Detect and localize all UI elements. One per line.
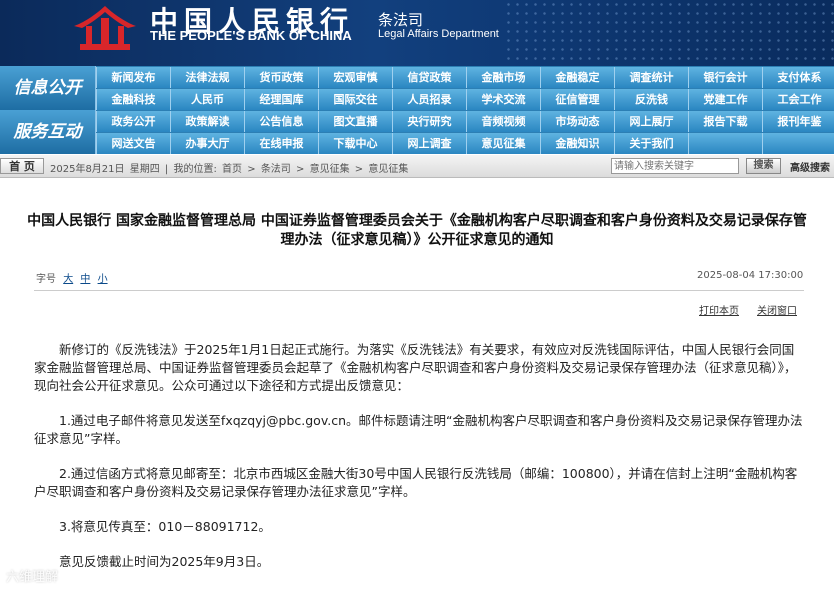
nav-link[interactable]: 新闻发布 — [96, 67, 170, 88]
watermark: 六维理解 — [6, 570, 59, 585]
search-input[interactable] — [611, 158, 739, 174]
nav-link[interactable]: 反洗钱 — [614, 89, 688, 110]
bank-name-en: THE PEOPLE'S BANK OF CHINA — [150, 28, 352, 43]
close-window-link[interactable]: 关闭窗口 — [757, 302, 797, 317]
nav-link[interactable]: 报刊年鉴 — [762, 111, 834, 132]
nav-section-title-service: 服务互动 — [0, 110, 96, 154]
nav-link[interactable]: 国际交往 — [318, 89, 392, 110]
article-paragraph: 2.通过信函方式将意见邮寄至：北京市西城区金融大街30号中国人民银行反洗钱局（邮… — [34, 466, 798, 499]
nav-link[interactable]: 关于我们 — [614, 133, 688, 154]
banner-pattern — [504, 0, 834, 66]
nav-row: 新闻发布 法律法规 货币政策 宏观审慎 信贷政策 金融市场 金融稳定 调查统计 … — [96, 67, 834, 88]
nav-link[interactable]: 报告下载 — [688, 111, 762, 132]
nav-section-info: 信息公开 新闻发布 法律法规 货币政策 宏观审慎 信贷政策 金融市场 金融稳定 … — [0, 66, 834, 110]
nav-section-service: 服务互动 政务公开 政策解读 公告信息 图文直播 央行研究 音频视频 市场动态 … — [0, 110, 834, 154]
nav-row: 政务公开 政策解读 公告信息 图文直播 央行研究 音频视频 市场动态 网上展厅 … — [96, 111, 834, 132]
nav-link[interactable]: 音频视频 — [466, 111, 540, 132]
print-page-link[interactable]: 打印本页 — [699, 302, 739, 317]
nav-link[interactable]: 意见征集 — [466, 133, 540, 154]
nav-link[interactable]: 宏观审慎 — [318, 67, 392, 88]
article-title-line1: 中国人民银行 国家金融监督管理总局 中国证券监督管理委员会关于《金融机构客户尽职… — [27, 213, 807, 229]
breadcrumb-item-current[interactable]: 意见征集 — [368, 164, 408, 175]
nav-link[interactable]: 金融市场 — [466, 67, 540, 88]
breadcrumb-arrow: > — [296, 164, 305, 175]
article-title-line2: 理办法（征求意见稿）》公开征求意见的通知 — [280, 232, 554, 248]
article-paragraph: 新修订的《反洗钱法》于2025年1月1日起正式施行。为落实《反洗钱法》有关要求，… — [34, 342, 797, 393]
search-button[interactable]: 搜索 — [746, 158, 781, 174]
nav-link[interactable]: 工会工作 — [762, 89, 834, 110]
nav-link-empty — [688, 133, 762, 154]
nav-link[interactable]: 政策解读 — [170, 111, 244, 132]
pboc-emblem-icon[interactable] — [72, 4, 138, 54]
nav-link[interactable]: 经理国库 — [244, 89, 318, 110]
nav-link[interactable]: 在线申报 — [244, 133, 318, 154]
nav-link[interactable]: 人民币 — [170, 89, 244, 110]
nav-link[interactable]: 金融知识 — [540, 133, 614, 154]
nav-link[interactable]: 网上展厅 — [614, 111, 688, 132]
nav-link[interactable]: 信贷政策 — [392, 67, 466, 88]
home-button[interactable]: 首 页 — [0, 158, 44, 174]
nav-link[interactable]: 金融稳定 — [540, 67, 614, 88]
breadcrumb-arrow: > — [354, 164, 364, 175]
nav-link[interactable]: 图文直播 — [318, 111, 392, 132]
font-size-medium-link[interactable]: 中 — [80, 274, 90, 285]
article-title: 中国人民银行 国家金融监督管理总局 中国证券监督管理委员会关于《金融机构客户尽职… — [0, 212, 834, 250]
breadcrumb-item-home[interactable]: 首页 — [222, 164, 242, 175]
article-paragraph: 3.将意见传真至：010－88091712。 — [59, 519, 271, 534]
nav-link[interactable]: 公告信息 — [244, 111, 318, 132]
font-size-label: 字号 — [36, 274, 56, 285]
font-size-selector: 字号 大 中 小 — [36, 270, 108, 285]
font-size-large-link[interactable]: 大 — [63, 274, 73, 285]
nav-link[interactable]: 货币政策 — [244, 67, 318, 88]
breadcrumb-item-dept[interactable]: 条法司 — [261, 164, 291, 175]
nav-link[interactable]: 办事大厅 — [170, 133, 244, 154]
department-name-en: Legal Affairs Department — [378, 28, 499, 40]
nav-link[interactable]: 市场动态 — [540, 111, 614, 132]
nav-link[interactable]: 网送文告 — [96, 133, 170, 154]
article-paragraph: 意见反馈截止时间为2025年9月3日。 — [59, 554, 270, 569]
divider — [34, 290, 804, 291]
nav-link[interactable]: 学术交流 — [466, 89, 540, 110]
nav-link[interactable]: 人员招录 — [392, 89, 466, 110]
main-navigation: 信息公开 新闻发布 法律法规 货币政策 宏观审慎 信贷政策 金融市场 金融稳定 … — [0, 66, 834, 154]
breadcrumb: 2025年8月21日 星期四 | 我的位置: 首页 > 条法司 > 意见征集 >… — [50, 160, 410, 175]
publish-datetime: 2025-08-04 17:30:00 — [697, 270, 804, 281]
nav-link[interactable]: 央行研究 — [392, 111, 466, 132]
nav-link-empty — [762, 133, 834, 154]
nav-link[interactable]: 征信管理 — [540, 89, 614, 110]
nav-link[interactable]: 银行会计 — [688, 67, 762, 88]
nav-link[interactable]: 调查统计 — [614, 67, 688, 88]
article-body: 新修订的《反洗钱法》于2025年1月1日起正式施行。为落实《反洗钱法》有关要求，… — [34, 341, 804, 588]
nav-link[interactable]: 网上调查 — [392, 133, 466, 154]
nav-row: 网送文告 办事大厅 在线申报 下载中心 网上调查 意见征集 金融知识 关于我们 — [96, 133, 834, 154]
nav-link[interactable]: 下载中心 — [318, 133, 392, 154]
article-paragraph: 1.通过电子邮件将意见发送至fxqzqyj@pbc.gov.cn。邮件标题请注明… — [34, 413, 803, 446]
current-date: 2025年8月21日 — [50, 164, 125, 175]
department-name-cn: 条法司 — [378, 11, 424, 29]
breadcrumb-arrow: > — [247, 164, 256, 175]
nav-link[interactable]: 金融科技 — [96, 89, 170, 110]
nav-link[interactable]: 法律法规 — [170, 67, 244, 88]
location-label: 我的位置: — [173, 164, 217, 175]
nav-section-title-info: 信息公开 — [0, 66, 96, 110]
font-size-small-link[interactable]: 小 — [98, 274, 108, 285]
nav-link[interactable]: 政务公开 — [96, 111, 170, 132]
nav-link[interactable]: 党建工作 — [688, 89, 762, 110]
separator: | — [164, 164, 169, 175]
site-banner: 中国人民银行 THE PEOPLE'S BANK OF CHINA 条法司 Le… — [0, 0, 834, 66]
advanced-search-link[interactable]: 高级搜索 — [790, 159, 830, 174]
breadcrumb-item-category[interactable]: 意见征集 — [310, 164, 350, 175]
breadcrumb-bar: 首 页 2025年8月21日 星期四 | 我的位置: 首页 > 条法司 > 意见… — [0, 155, 834, 178]
nav-row: 金融科技 人民币 经理国库 国际交往 人员招录 学术交流 征信管理 反洗钱 党建… — [96, 89, 834, 110]
current-weekday: 星期四 — [129, 164, 160, 175]
nav-link[interactable]: 支付体系 — [762, 67, 834, 88]
